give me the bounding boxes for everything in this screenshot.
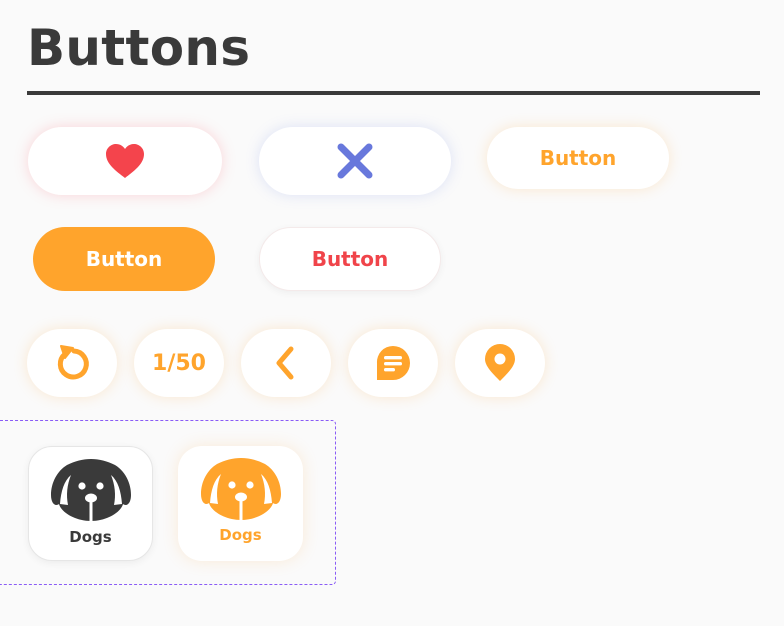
category-tile-label: Dogs [219,526,262,544]
chat-icon [373,343,413,383]
refresh-icon [52,343,92,383]
location-button[interactable] [455,329,545,397]
category-tile-label: Dogs [69,528,112,546]
danger-button-label: Button [311,247,389,271]
chat-button[interactable] [348,329,438,397]
category-tile-dogs-selected[interactable]: Dogs [178,446,303,561]
heart-icon [104,142,146,180]
page-counter: 1/50 [152,350,206,376]
text-button[interactable]: Button [487,127,669,189]
location-pin-icon [482,343,518,383]
title-divider [27,91,760,95]
dog-icon [49,459,133,523]
like-button[interactable] [28,127,222,195]
category-tile-dogs[interactable]: Dogs [28,446,153,561]
back-button[interactable] [241,329,331,397]
close-icon [336,142,374,180]
page-counter-button[interactable]: 1/50 [134,329,224,397]
primary-button-label: Button [85,247,163,271]
danger-button[interactable]: Button [259,227,441,291]
dog-icon [199,458,283,522]
refresh-button[interactable] [27,329,117,397]
page-title: Buttons [27,19,251,77]
close-button[interactable] [259,127,451,195]
primary-button[interactable]: Button [33,227,215,291]
text-button-label: Button [539,146,617,170]
chevron-left-icon [271,345,301,381]
